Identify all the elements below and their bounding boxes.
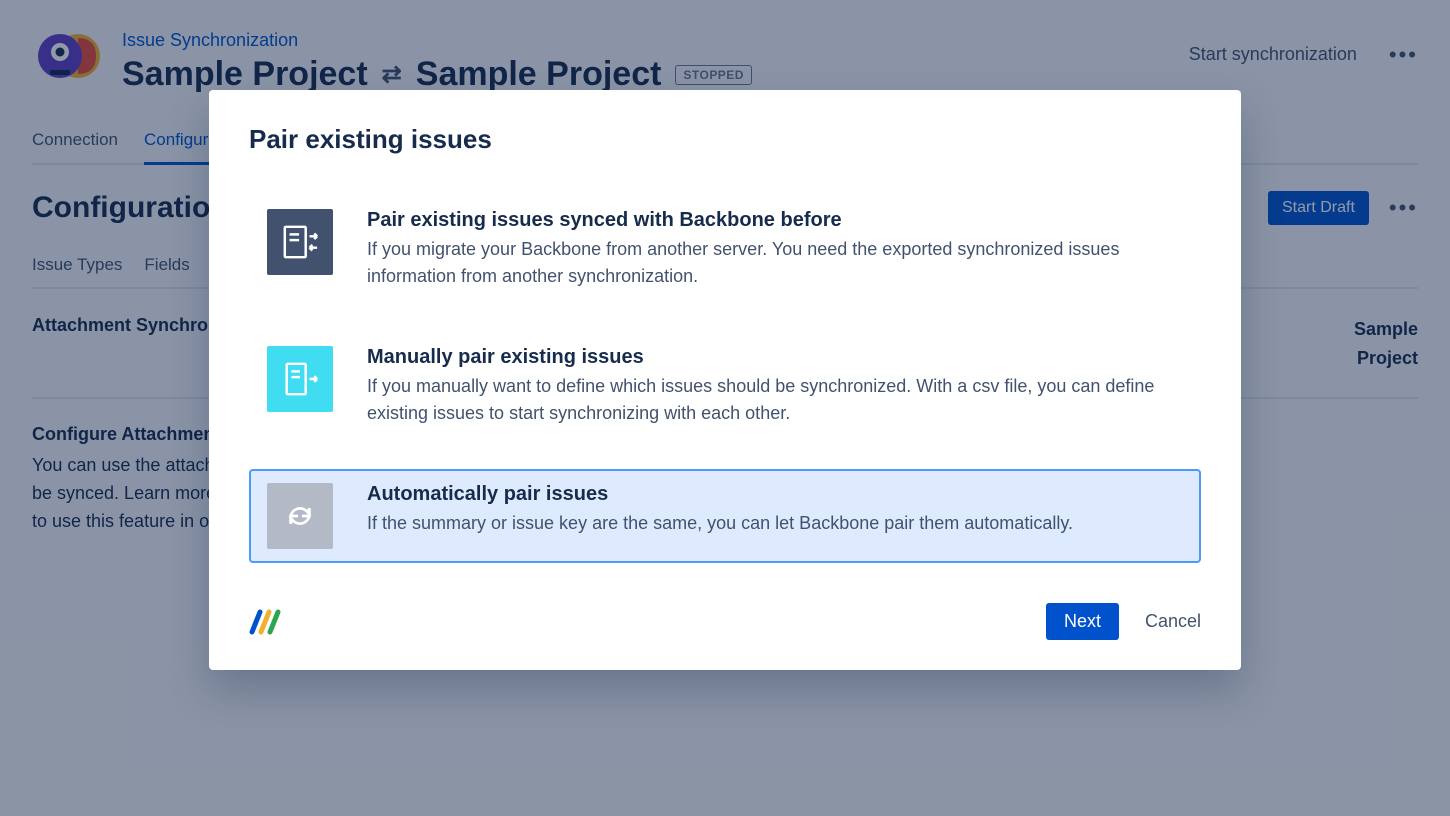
brand-icon bbox=[249, 608, 283, 636]
option-manual-heading: Manually pair existing issues bbox=[367, 346, 1183, 369]
document-arrow-icon bbox=[267, 346, 333, 412]
option-manual-text: Manually pair existing issues If you man… bbox=[367, 346, 1183, 427]
option-auto-desc: If the summary or issue key are the same… bbox=[367, 510, 1073, 537]
option-backbone-text: Pair existing issues synced with Backbon… bbox=[367, 209, 1183, 290]
import-icon bbox=[267, 209, 333, 275]
cancel-button[interactable]: Cancel bbox=[1145, 611, 1201, 632]
option-list: Pair existing issues synced with Backbon… bbox=[249, 195, 1201, 563]
modal-footer: Next Cancel bbox=[249, 603, 1201, 640]
pair-issues-modal: Pair existing issues Pair existing issue… bbox=[209, 90, 1241, 670]
sync-icon bbox=[267, 483, 333, 549]
modal-title: Pair existing issues bbox=[249, 124, 1201, 155]
option-backbone-heading: Pair existing issues synced with Backbon… bbox=[367, 209, 1183, 232]
option-auto[interactable]: Automatically pair issues If the summary… bbox=[249, 469, 1201, 563]
next-button[interactable]: Next bbox=[1046, 603, 1119, 640]
option-backbone[interactable]: Pair existing issues synced with Backbon… bbox=[249, 195, 1201, 304]
option-auto-heading: Automatically pair issues bbox=[367, 483, 1073, 506]
option-backbone-desc: If you migrate your Backbone from anothe… bbox=[367, 236, 1183, 290]
option-manual[interactable]: Manually pair existing issues If you man… bbox=[249, 332, 1201, 441]
option-manual-desc: If you manually want to define which iss… bbox=[367, 373, 1183, 427]
option-auto-text: Automatically pair issues If the summary… bbox=[367, 483, 1073, 537]
